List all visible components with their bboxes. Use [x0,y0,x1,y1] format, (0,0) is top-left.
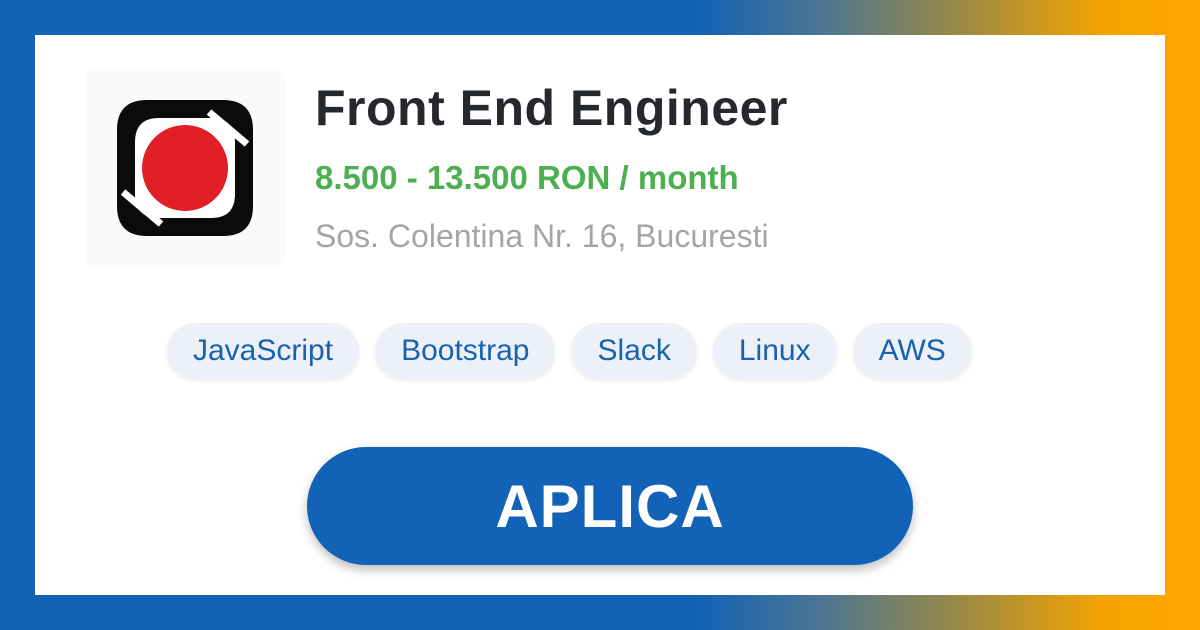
salary-range: 8.500 - 13.500 RON / month [315,159,739,196]
skill-tag-linux[interactable]: Linux [712,323,837,379]
apply-button[interactable]: APLICA [307,447,913,565]
skill-tag-bootstrap[interactable]: Bootstrap [375,323,556,379]
job-share-card-frame: Front End Engineer 8.500 - 13.500 RON / … [0,0,1200,630]
skill-tag-aws[interactable]: AWS [852,323,972,379]
job-card: Front End Engineer 8.500 - 13.500 RON / … [35,35,1165,595]
skill-tag-javascript[interactable]: JavaScript [167,323,360,379]
job-location: Sos. Colentina Nr. 16, Bucuresti [315,218,769,254]
job-title: Front End Engineer [315,80,788,136]
company-logo-icon [117,100,253,236]
skill-tag-slack[interactable]: Slack [571,323,697,379]
skill-tags: JavaScript Bootstrap Slack Linux AWS [167,323,972,379]
company-logo [85,68,285,268]
